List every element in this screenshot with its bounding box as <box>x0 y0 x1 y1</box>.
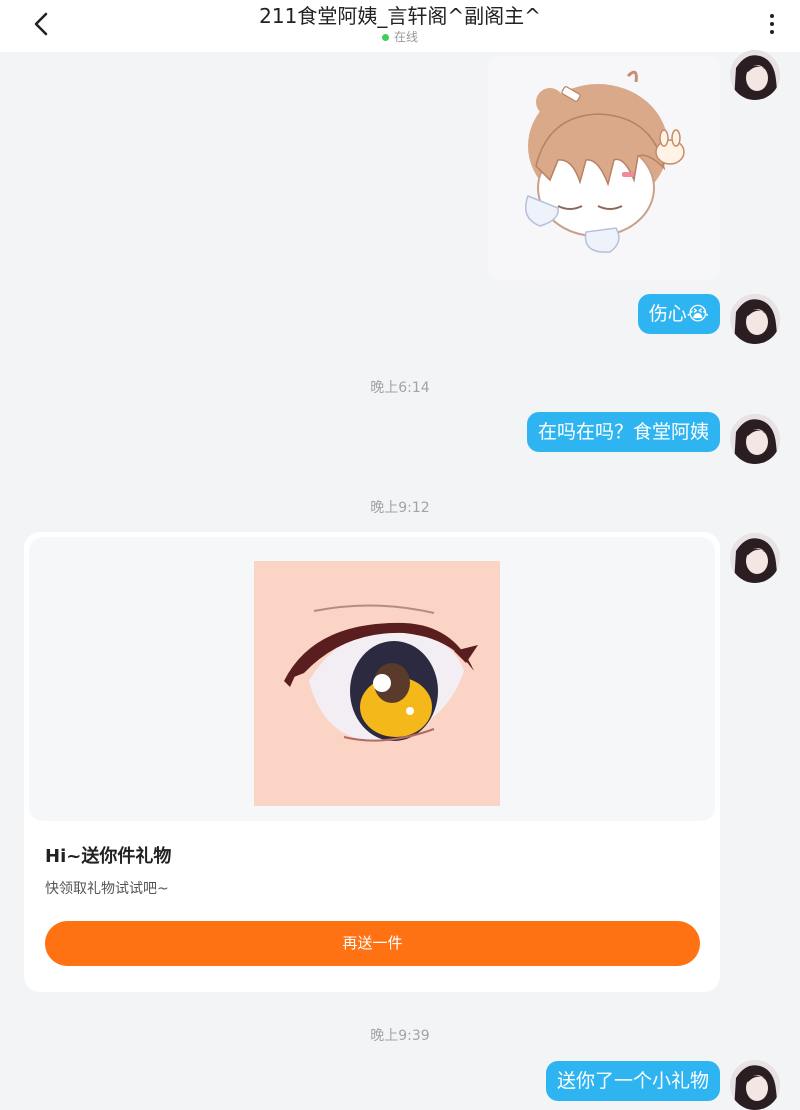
anime-eye-icon <box>254 561 500 806</box>
online-status: 在线 <box>150 30 650 44</box>
avatar[interactable] <box>730 50 780 100</box>
more-button[interactable] <box>762 10 782 38</box>
chat-title-block[interactable]: 211食堂阿姨_言轩阁^副阁主^ 在线 <box>150 4 650 44</box>
avatar[interactable] <box>730 294 780 344</box>
avatar[interactable] <box>730 414 780 464</box>
avatar[interactable] <box>730 533 780 583</box>
chat-title: 211食堂阿姨_言轩阁^副阁主^ <box>259 4 541 28</box>
timestamp: 晚上6:14 <box>370 380 430 396</box>
gift-title: Hi~送你件礼物 <box>45 846 172 867</box>
more-vertical-icon <box>770 14 774 18</box>
gift-image <box>254 561 500 806</box>
message-bubble[interactable]: 送你了一个小礼物 <box>545 1061 720 1101</box>
avatar[interactable] <box>730 1060 780 1110</box>
avatar-image-icon <box>730 414 780 464</box>
avatar-image-icon <box>730 533 780 583</box>
message-bubble[interactable]: 在吗在吗？食堂阿姨 <box>526 412 720 452</box>
avatar-image-icon <box>730 50 780 100</box>
gift-subtitle: 快领取礼物试试吧~ <box>45 881 169 897</box>
timestamp: 晚上9:39 <box>370 1028 430 1044</box>
avatar-image-icon <box>730 1060 780 1110</box>
avatar-image-icon <box>730 294 780 344</box>
send-another-gift-button[interactable]: 再送一件 <box>45 921 700 966</box>
back-button[interactable] <box>26 8 56 40</box>
anime-girl-sticker-icon <box>525 70 685 253</box>
message-bubble[interactable]: 伤心😭 <box>637 294 720 334</box>
chevron-left-icon <box>34 12 48 36</box>
timestamp: 晚上9:12 <box>370 500 430 516</box>
sticker-message[interactable] <box>488 56 720 280</box>
gift-image-area <box>29 537 715 821</box>
online-status-label: 在线 <box>393 30 418 44</box>
gift-card[interactable]: Hi~送你件礼物 快领取礼物试试吧~ 再送一件 <box>24 532 720 992</box>
online-dot-icon <box>381 33 389 41</box>
chat-header: 211食堂阿姨_言轩阁^副阁主^ 在线 <box>0 0 800 52</box>
